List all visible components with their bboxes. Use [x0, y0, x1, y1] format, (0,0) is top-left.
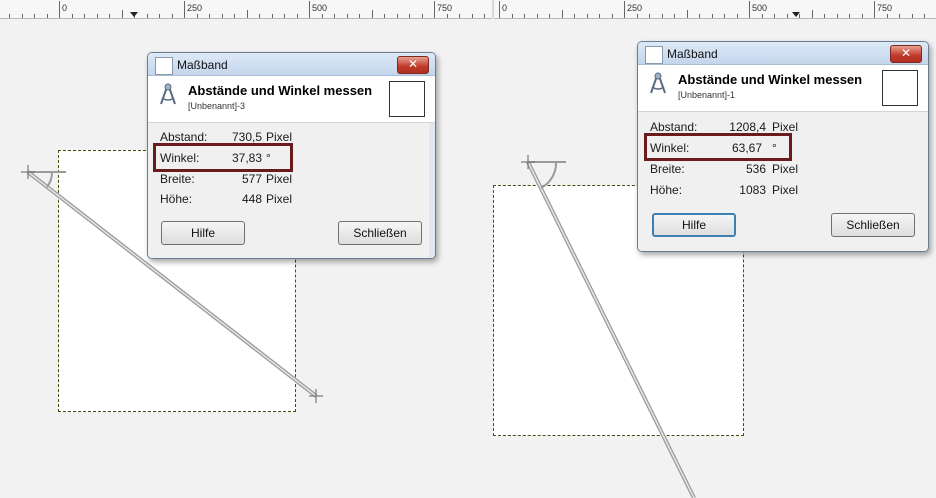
- width-value: 536: [745, 162, 766, 176]
- height-value: 1083: [739, 183, 766, 197]
- image-preview-thumbnail: [882, 70, 918, 106]
- angle-highlight-box: [153, 143, 293, 172]
- distance-unit: Pixel: [266, 130, 293, 144]
- compass-icon: [650, 72, 666, 94]
- measurements-panel: Abstand: 1208,4 Pixel Winkel: 63,67 ° Br…: [638, 111, 928, 251]
- measurements-panel: Abstand: 730,5 Pixel Winkel: 37,83 ° Bre…: [148, 122, 435, 258]
- dialog-header: Abstände und Winkel messen [Unbenannt]-3: [148, 76, 435, 122]
- measure-handle-start-right[interactable]: [521, 155, 535, 169]
- height-unit: Pixel: [772, 183, 799, 197]
- width-unit: Pixel: [772, 162, 799, 176]
- window-close-button[interactable]: ✕: [397, 56, 429, 74]
- window-title: Maßband: [667, 47, 718, 61]
- distance-value: 730,5: [231, 130, 262, 144]
- angle-highlight-box: [644, 133, 792, 161]
- dialog-titlebar[interactable]: Maßband ✕: [148, 53, 435, 76]
- help-button[interactable]: Hilfe: [652, 213, 736, 237]
- image-preview-thumbnail: [389, 81, 425, 117]
- distance-value: 1208,4: [729, 120, 766, 134]
- width-unit: Pixel: [266, 172, 293, 186]
- dialog-header: Abstände und Winkel messen [Unbenannt]-1: [638, 65, 928, 111]
- dialog-titlebar[interactable]: Maßband ✕: [638, 42, 928, 65]
- image-name: [Unbenannt]-1: [678, 90, 736, 100]
- panel-edge: [429, 123, 435, 258]
- window-app-icon: [645, 46, 663, 64]
- window-app-icon: [155, 57, 173, 75]
- image-name: [Unbenannt]-3: [188, 101, 246, 111]
- measure-dialog-left[interactable]: Maßband ✕ Abstände und Winkel messen [Un…: [147, 52, 436, 259]
- measure-dialog-right[interactable]: Maßband ✕ Abstände und Winkel messen [Un…: [637, 41, 929, 252]
- dialog-heading: Abstände und Winkel messen: [678, 72, 863, 87]
- window-title: Maßband: [177, 58, 228, 72]
- height-unit: Pixel: [266, 192, 293, 206]
- distance-unit: Pixel: [772, 120, 799, 134]
- dialog-heading: Abstände und Winkel messen: [188, 83, 373, 98]
- close-button[interactable]: Schließen: [338, 221, 422, 245]
- help-button[interactable]: Hilfe: [161, 221, 245, 245]
- width-value: 577: [241, 172, 262, 186]
- compass-icon: [160, 83, 176, 105]
- close-button[interactable]: Schließen: [831, 213, 915, 237]
- height-value: 448: [241, 192, 262, 206]
- window-close-button[interactable]: ✕: [890, 45, 922, 63]
